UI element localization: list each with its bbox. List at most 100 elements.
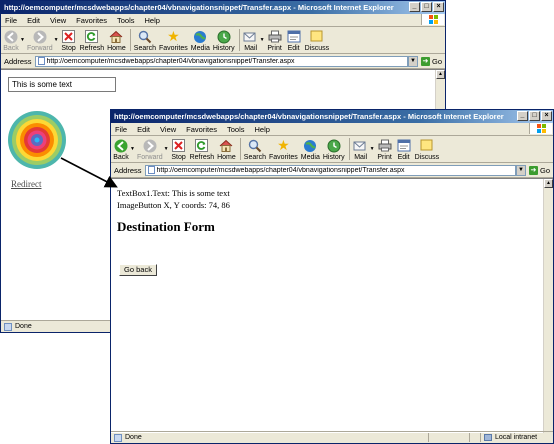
home-button[interactable]: Home (107, 27, 126, 53)
forward-button[interactable]: Forward (137, 136, 163, 162)
window-title: http://oemcomputer/mcsdwebapps/chapter04… (114, 112, 504, 121)
menu-tools[interactable]: Tools (227, 125, 245, 134)
toolbar-separator (129, 29, 131, 51)
toolbar-separator (238, 29, 240, 51)
menu-edit[interactable]: Edit (137, 125, 150, 134)
textbox1[interactable]: This is some text (8, 77, 116, 92)
toolbar-separator (239, 138, 241, 160)
menu-file[interactable]: File (115, 125, 127, 134)
status-text: Done (15, 323, 32, 330)
menu-favorites[interactable]: Favorites (76, 16, 107, 25)
history-button[interactable]: History (323, 136, 345, 162)
search-icon (247, 138, 263, 153)
go-button[interactable]: ➜ Go (420, 56, 442, 66)
browser-window-destination: http://oemcomputer/mcsdwebapps/chapter04… (110, 109, 554, 444)
go-button[interactable]: ➜ Go (528, 165, 550, 175)
scroll-up-button[interactable]: ▲ (436, 70, 445, 79)
go-back-button[interactable]: Go back (119, 264, 157, 276)
title-bar[interactable]: http://oemcomputer/mcsdwebapps/chapter04… (1, 1, 445, 14)
media-globe-icon (192, 29, 208, 44)
stop-button[interactable]: Stop (171, 136, 187, 162)
textbox1-value: This is some text (12, 80, 73, 89)
address-dropdown[interactable]: ▼ (515, 164, 526, 176)
home-icon (108, 29, 124, 44)
minimize-button[interactable]: _ (517, 111, 528, 121)
back-arrow-icon (3, 29, 19, 44)
title-bar[interactable]: http://oemcomputer/mcsdwebapps/chapter04… (111, 110, 553, 123)
history-button[interactable]: History (213, 27, 235, 53)
back-button[interactable]: Back (113, 136, 129, 162)
back-button[interactable]: Back (3, 27, 19, 53)
menu-favorites[interactable]: Favorites (186, 125, 217, 134)
address-input[interactable]: http://oemcomputer/mcsdwebapps/chapter04… (34, 55, 408, 67)
close-button[interactable]: × (433, 2, 444, 12)
search-button[interactable]: Search (134, 27, 156, 53)
image-button[interactable] (7, 108, 67, 172)
dropdown-arrow-icon[interactable]: ▼ (54, 37, 59, 43)
vertical-scrollbar[interactable]: ▲ (543, 179, 553, 433)
close-button[interactable]: × (541, 111, 552, 121)
zone-label: Local intranet (495, 434, 538, 441)
menu-file[interactable]: File (5, 16, 17, 25)
minimize-button[interactable]: _ (409, 2, 420, 12)
textbox-readout: TextBox1.Text: This is some text (117, 188, 230, 198)
menu-tools[interactable]: Tools (117, 16, 135, 25)
page-icon (147, 166, 155, 174)
intranet-icon (484, 434, 492, 441)
discuss-button[interactable]: Discuss (415, 136, 439, 162)
stop-icon (171, 138, 187, 153)
print-button[interactable]: Print (267, 27, 283, 53)
zone-cell: Local intranet (480, 433, 553, 442)
edit-button[interactable]: Edit (286, 27, 302, 53)
discuss-button[interactable]: Discuss (305, 27, 329, 53)
status-bar: Done Local intranet (111, 431, 553, 443)
star-icon: ★ (167, 28, 180, 44)
window-controls: _ □ × (409, 2, 444, 13)
mail-button[interactable]: Mail (353, 136, 369, 162)
media-button[interactable]: Media (191, 27, 210, 53)
maximize-button[interactable]: □ (529, 111, 540, 121)
menu-edit[interactable]: Edit (27, 16, 40, 25)
media-globe-icon (302, 138, 318, 153)
address-dropdown[interactable]: ▼ (407, 55, 418, 67)
page-icon (37, 57, 45, 65)
menu-help[interactable]: Help (145, 16, 160, 25)
menu-bar: File Edit View Favorites Tools Help (1, 14, 445, 27)
favorites-button[interactable]: ★ Favorites (159, 27, 188, 53)
address-bar: Address http://oemcomputer/mcsdwebapps/c… (111, 163, 553, 178)
menu-help[interactable]: Help (255, 125, 270, 134)
dropdown-arrow-icon[interactable]: ▼ (370, 146, 375, 152)
refresh-button[interactable]: Refresh (190, 136, 214, 162)
address-bar: Address http://oemcomputer/mcsdwebapps/c… (1, 54, 445, 69)
mail-icon (353, 138, 369, 153)
menu-view[interactable]: View (160, 125, 176, 134)
maximize-button[interactable]: □ (421, 2, 432, 12)
edit-button[interactable]: Edit (396, 136, 412, 162)
dropdown-arrow-icon[interactable]: ▼ (260, 37, 265, 43)
discuss-icon (419, 138, 435, 153)
window-title: http://oemcomputer/mcsdwebapps/chapter04… (4, 3, 394, 12)
coords-readout: ImageButton X, Y coords: 74, 86 (117, 200, 230, 210)
status-text: Done (125, 434, 142, 441)
refresh-button[interactable]: Refresh (80, 27, 104, 53)
mail-button[interactable]: Mail (243, 27, 259, 53)
standard-toolbar: Back ▼ Forward ▼ Stop Refresh Home Searc… (1, 27, 445, 54)
redirect-link[interactable]: Redirect (11, 179, 42, 189)
address-input[interactable]: http://oemcomputer/mcsdwebapps/chapter04… (144, 164, 516, 176)
media-button[interactable]: Media (301, 136, 320, 162)
search-button[interactable]: Search (244, 136, 266, 162)
address-url: http://oemcomputer/mcsdwebapps/chapter04… (156, 166, 405, 174)
menu-view[interactable]: View (50, 16, 66, 25)
print-button[interactable]: Print (377, 136, 393, 162)
windows-logo-icon (529, 123, 552, 134)
dropdown-arrow-icon[interactable]: ▼ (20, 37, 25, 43)
stop-button[interactable]: Stop (61, 27, 77, 53)
scroll-up-button[interactable]: ▲ (544, 179, 553, 188)
dropdown-arrow-icon[interactable]: ▼ (130, 146, 135, 152)
dropdown-arrow-icon[interactable]: ▼ (164, 146, 169, 152)
home-button[interactable]: Home (217, 136, 236, 162)
history-icon (216, 29, 232, 44)
forward-button[interactable]: Forward (27, 27, 53, 53)
favorites-button[interactable]: ★ Favorites (269, 136, 298, 162)
edit-page-icon (396, 138, 412, 153)
